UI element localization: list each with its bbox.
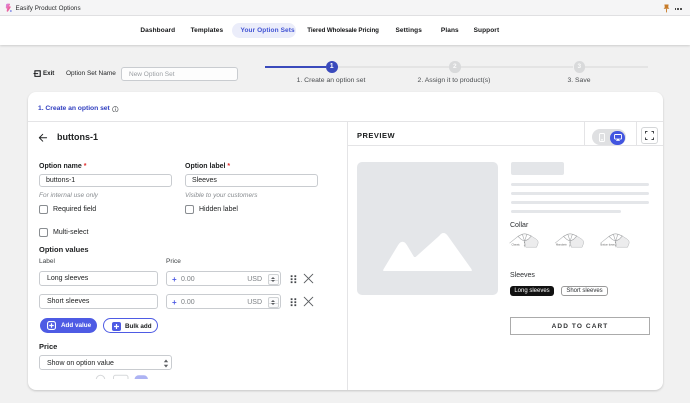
svg-text:Classic: Classic xyxy=(512,242,521,246)
svg-text:Button down: Button down xyxy=(601,242,616,246)
svg-text:Mandarin: Mandarin xyxy=(556,242,567,246)
